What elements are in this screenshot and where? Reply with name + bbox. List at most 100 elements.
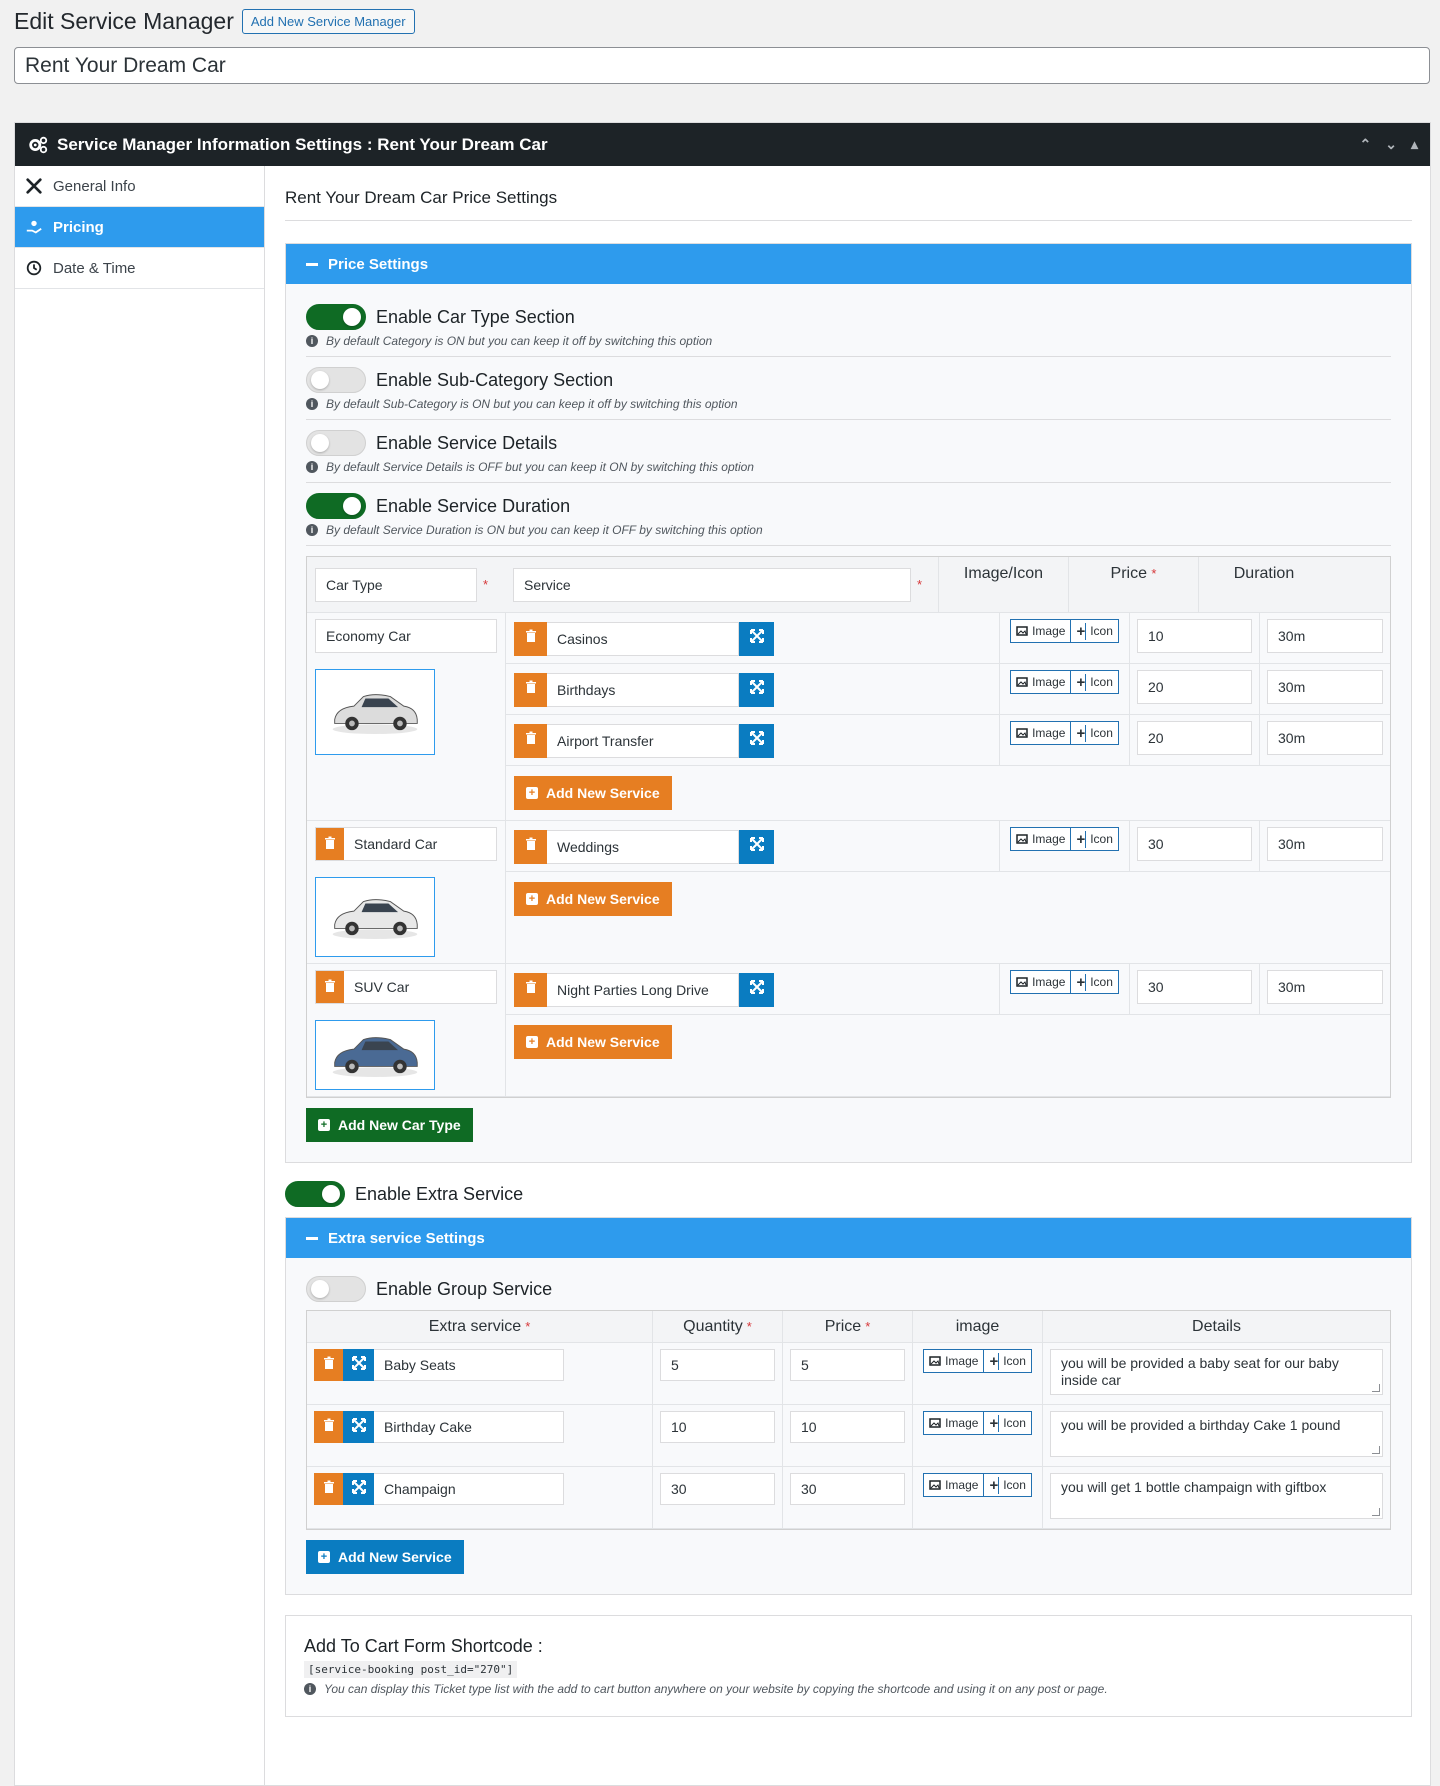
quantity-input[interactable]: 10 (660, 1411, 775, 1443)
plus-square-icon: + (526, 893, 538, 905)
details-textarea[interactable]: you will be provided a birthday Cake 1 p… (1050, 1411, 1383, 1457)
car-type-name-input[interactable]: Standard Car (315, 827, 497, 861)
delete-extra-service-button[interactable] (314, 1411, 343, 1443)
car-type-name-input[interactable]: SUV Car (315, 970, 497, 1004)
add-new-service-button[interactable]: + Add New Service (514, 776, 672, 810)
select-image-button[interactable]: Image (1011, 620, 1072, 642)
car-type-image[interactable] (315, 669, 435, 755)
delete-extra-service-button[interactable] (314, 1473, 343, 1505)
car-type-image[interactable] (315, 1020, 435, 1090)
delete-car-type-button[interactable] (316, 828, 344, 860)
service-duration-input[interactable]: 30m (1267, 619, 1383, 653)
settings-sidebar: General Info Pricing Date & Time (15, 166, 265, 1785)
delete-service-button[interactable] (514, 829, 547, 864)
plus-square-icon: + (526, 1036, 538, 1048)
extra-price-input[interactable]: 30 (790, 1473, 905, 1505)
switch-knob (343, 308, 361, 326)
toggle-switch[interactable] (306, 493, 366, 519)
car-type-image[interactable] (315, 877, 435, 957)
delete-service-button[interactable] (514, 672, 547, 707)
service-duration-input[interactable]: 30m (1267, 827, 1383, 861)
delete-service-button[interactable] (514, 972, 547, 1007)
select-image-button[interactable]: Image (924, 1474, 985, 1496)
expand-service-button[interactable] (739, 829, 774, 864)
sidebar-item-pricing[interactable]: Pricing (15, 207, 264, 248)
toggle-switch[interactable] (306, 367, 366, 393)
select-icon-button[interactable]: + Icon (1071, 671, 1117, 693)
select-image-button[interactable]: Image (1011, 971, 1072, 993)
service-duration-input[interactable]: 30m (1267, 721, 1383, 755)
select-image-button[interactable]: Image (924, 1412, 985, 1434)
service-name-input[interactable]: Birthdays (547, 672, 739, 707)
select-icon-button[interactable]: + Icon (1071, 828, 1117, 850)
service-price-input[interactable]: 20 (1137, 721, 1252, 755)
toggle-label: Enable Service Details (376, 432, 558, 453)
select-icon-button[interactable]: + Icon (984, 1474, 1030, 1496)
add-new-car-type-button[interactable]: + Add New Car Type (306, 1108, 473, 1142)
image-button-label: Image (1032, 726, 1066, 740)
select-image-button[interactable]: Image (924, 1350, 985, 1372)
service-price-input[interactable]: 30 (1137, 827, 1252, 861)
add-new-extra-service-button[interactable]: + Add New Service (306, 1540, 464, 1574)
car-type-header-input[interactable]: Car Type (315, 567, 477, 602)
sidebar-item-general-info[interactable]: General Info (15, 166, 264, 207)
expand-service-button[interactable] (739, 672, 774, 707)
extra-price-input[interactable]: 10 (790, 1411, 905, 1443)
expand-service-button[interactable] (739, 621, 774, 656)
toggle-switch[interactable] (306, 430, 366, 456)
expand-service-button[interactable] (739, 972, 774, 1007)
expand-extra-service-button[interactable] (343, 1411, 374, 1443)
select-icon-button[interactable]: + Icon (1071, 620, 1117, 642)
details-textarea[interactable]: you will be provided a baby seat for our… (1050, 1349, 1383, 1395)
expand-extra-service-button[interactable] (343, 1349, 374, 1381)
add-new-service-button[interactable]: + Add New Service (514, 1025, 672, 1059)
group-service-switch[interactable] (306, 1276, 366, 1302)
toggle-switch[interactable] (306, 304, 366, 330)
select-image-button[interactable]: Image (1011, 722, 1072, 744)
extra-service-header[interactable]: Extra service Settings (286, 1218, 1411, 1258)
quantity-input[interactable]: 5 (660, 1349, 775, 1381)
select-image-button[interactable]: Image (1011, 828, 1072, 850)
move-up-icon[interactable]: ⌃ (1360, 136, 1372, 153)
quantity-input[interactable]: 30 (660, 1473, 775, 1505)
select-icon-button[interactable]: + Icon (1071, 722, 1117, 744)
price-settings-header[interactable]: Price Settings (286, 244, 1411, 284)
select-icon-button[interactable]: + Icon (1071, 971, 1117, 993)
details-textarea[interactable]: you will get 1 bottle champaign with gif… (1050, 1473, 1383, 1519)
delete-car-type-button[interactable] (316, 971, 344, 1003)
extra-price-input[interactable]: 5 (790, 1349, 905, 1381)
service-price-input[interactable]: 10 (1137, 619, 1252, 653)
post-title-input[interactable]: Rent Your Dream Car (14, 47, 1430, 84)
service-price-input[interactable]: 30 (1137, 970, 1252, 1004)
extra-service-switch[interactable] (285, 1181, 345, 1207)
delete-extra-service-button[interactable] (314, 1349, 343, 1381)
select-icon-button[interactable]: + Icon (984, 1350, 1030, 1372)
delete-service-button[interactable] (514, 621, 547, 656)
sidebar-item-date-time[interactable]: Date & Time (15, 248, 264, 289)
service-name-input[interactable]: Weddings (547, 829, 739, 864)
extra-service-name-input[interactable]: Birthday Cake (374, 1411, 564, 1443)
service-price-input[interactable]: 20 (1137, 670, 1252, 704)
extra-service-name-input[interactable]: Baby Seats (374, 1349, 564, 1381)
service-name-input[interactable]: Casinos (547, 621, 739, 656)
service-name-input[interactable]: Night Parties Long Drive (547, 972, 739, 1007)
quantity-cell: 30 (653, 1467, 783, 1528)
shortcode-code[interactable]: [service-booking post_id="270"] (304, 1661, 518, 1678)
service-cell: Birthdays (506, 664, 1000, 715)
move-down-icon[interactable]: ⌄ (1385, 136, 1397, 153)
expand-extra-service-button[interactable] (343, 1473, 374, 1505)
add-new-service-manager-button[interactable]: Add New Service Manager (241, 8, 415, 34)
extra-service-name-input[interactable]: Champaign (374, 1473, 564, 1505)
service-duration-input[interactable]: 30m (1267, 670, 1383, 704)
extra-service-toggle-label: Enable Extra Service (355, 1183, 524, 1204)
service-header-input[interactable]: Service (513, 567, 911, 602)
select-icon-button[interactable]: + Icon (984, 1412, 1030, 1434)
delete-service-button[interactable] (514, 723, 547, 758)
service-name-input[interactable]: Airport Transfer (547, 723, 739, 758)
add-new-service-button[interactable]: + Add New Service (514, 882, 672, 916)
expand-service-button[interactable] (739, 723, 774, 758)
service-duration-input[interactable]: 30m (1267, 970, 1383, 1004)
collapse-toggle-icon[interactable]: ▴ (1411, 136, 1418, 153)
car-type-name-input[interactable]: Economy Car (315, 619, 497, 653)
select-image-button[interactable]: Image (1011, 671, 1072, 693)
